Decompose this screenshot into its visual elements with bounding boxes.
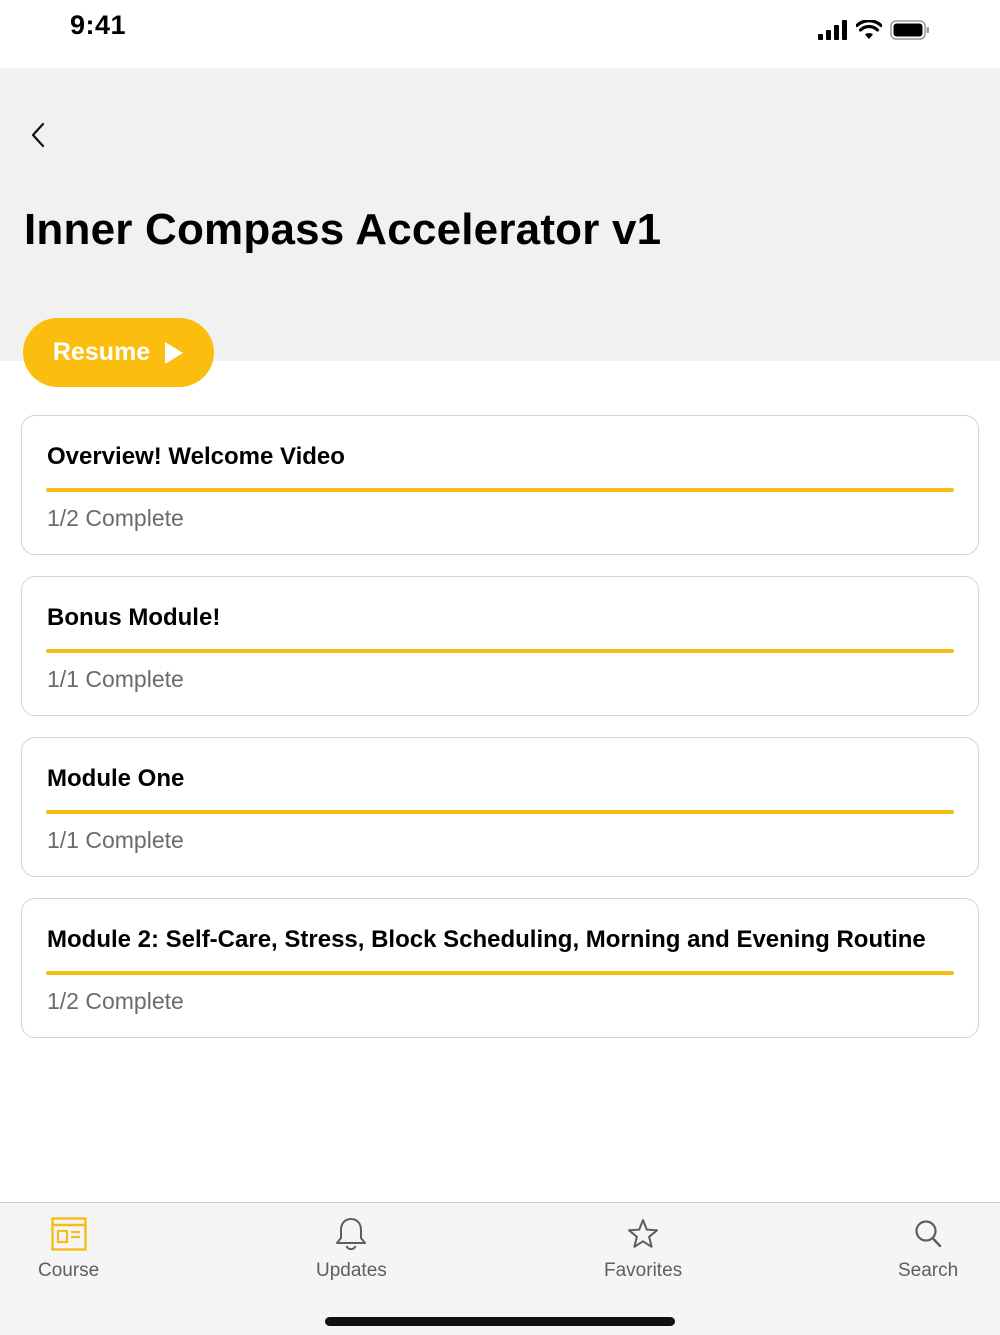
- module-card[interactable]: Module One 1/1 Complete: [21, 737, 979, 877]
- back-button[interactable]: [22, 118, 54, 152]
- progress-fill: [46, 488, 954, 492]
- progress-fill: [46, 649, 954, 653]
- tab-label: Course: [38, 1260, 100, 1281]
- module-title: Overview! Welcome Video: [47, 443, 345, 470]
- resume-button[interactable]: Resume: [23, 318, 214, 387]
- status-icons: [818, 17, 930, 43]
- tab-search[interactable]: Search: [898, 1215, 958, 1282]
- module-status: 1/1 Complete: [47, 827, 184, 853]
- progress-bar: [46, 971, 954, 975]
- wifi-icon: [856, 20, 882, 39]
- tab-label: Favorites: [604, 1260, 683, 1281]
- play-icon: [165, 341, 184, 364]
- progress-bar: [46, 649, 954, 653]
- progress-fill: [46, 810, 954, 814]
- resume-button-label: Resume: [52, 338, 151, 366]
- cellular-signal-icon: [818, 20, 847, 40]
- module-title: Module 2: Self-Care, Stress, Block Sched…: [47, 926, 926, 953]
- module-title: Bonus Module!: [47, 604, 221, 631]
- tab-favorites[interactable]: Favorites: [604, 1215, 682, 1282]
- module-card[interactable]: Bonus Module! 1/1 Complete: [21, 576, 979, 716]
- page-title: Inner Compass Accelerator v1: [24, 205, 662, 254]
- tab-bar: Course Updates Favorites Search: [0, 1202, 1000, 1335]
- star-icon: [628, 1219, 659, 1248]
- progress-bar: [46, 488, 954, 492]
- module-status: 1/2 Complete: [47, 505, 184, 531]
- tab-updates[interactable]: Updates: [316, 1215, 387, 1282]
- module-card[interactable]: Overview! Welcome Video 1/2 Complete: [21, 415, 979, 555]
- status-time: 9:41: [70, 10, 127, 40]
- progress-bar: [46, 810, 954, 814]
- course-icon: [50, 1217, 87, 1251]
- module-status: 1/1 Complete: [47, 666, 184, 692]
- chevron-left-icon: [31, 122, 45, 148]
- home-indicator: [325, 1317, 675, 1326]
- module-list: Overview! Welcome Video 1/2 Complete Bon…: [21, 415, 979, 1059]
- search-icon: [915, 1220, 942, 1248]
- tab-course[interactable]: Course: [38, 1215, 99, 1282]
- module-status: 1/2 Complete: [47, 988, 184, 1014]
- progress-fill: [46, 971, 954, 975]
- module-title: Module One: [47, 765, 185, 792]
- status-bar: 9:41: [0, 0, 1000, 68]
- tab-label: Search: [898, 1260, 959, 1281]
- bell-icon: [336, 1218, 367, 1251]
- battery-icon: [890, 20, 929, 40]
- tab-label: Updates: [316, 1260, 387, 1281]
- module-card[interactable]: Module 2: Self-Care, Stress, Block Sched…: [21, 898, 979, 1038]
